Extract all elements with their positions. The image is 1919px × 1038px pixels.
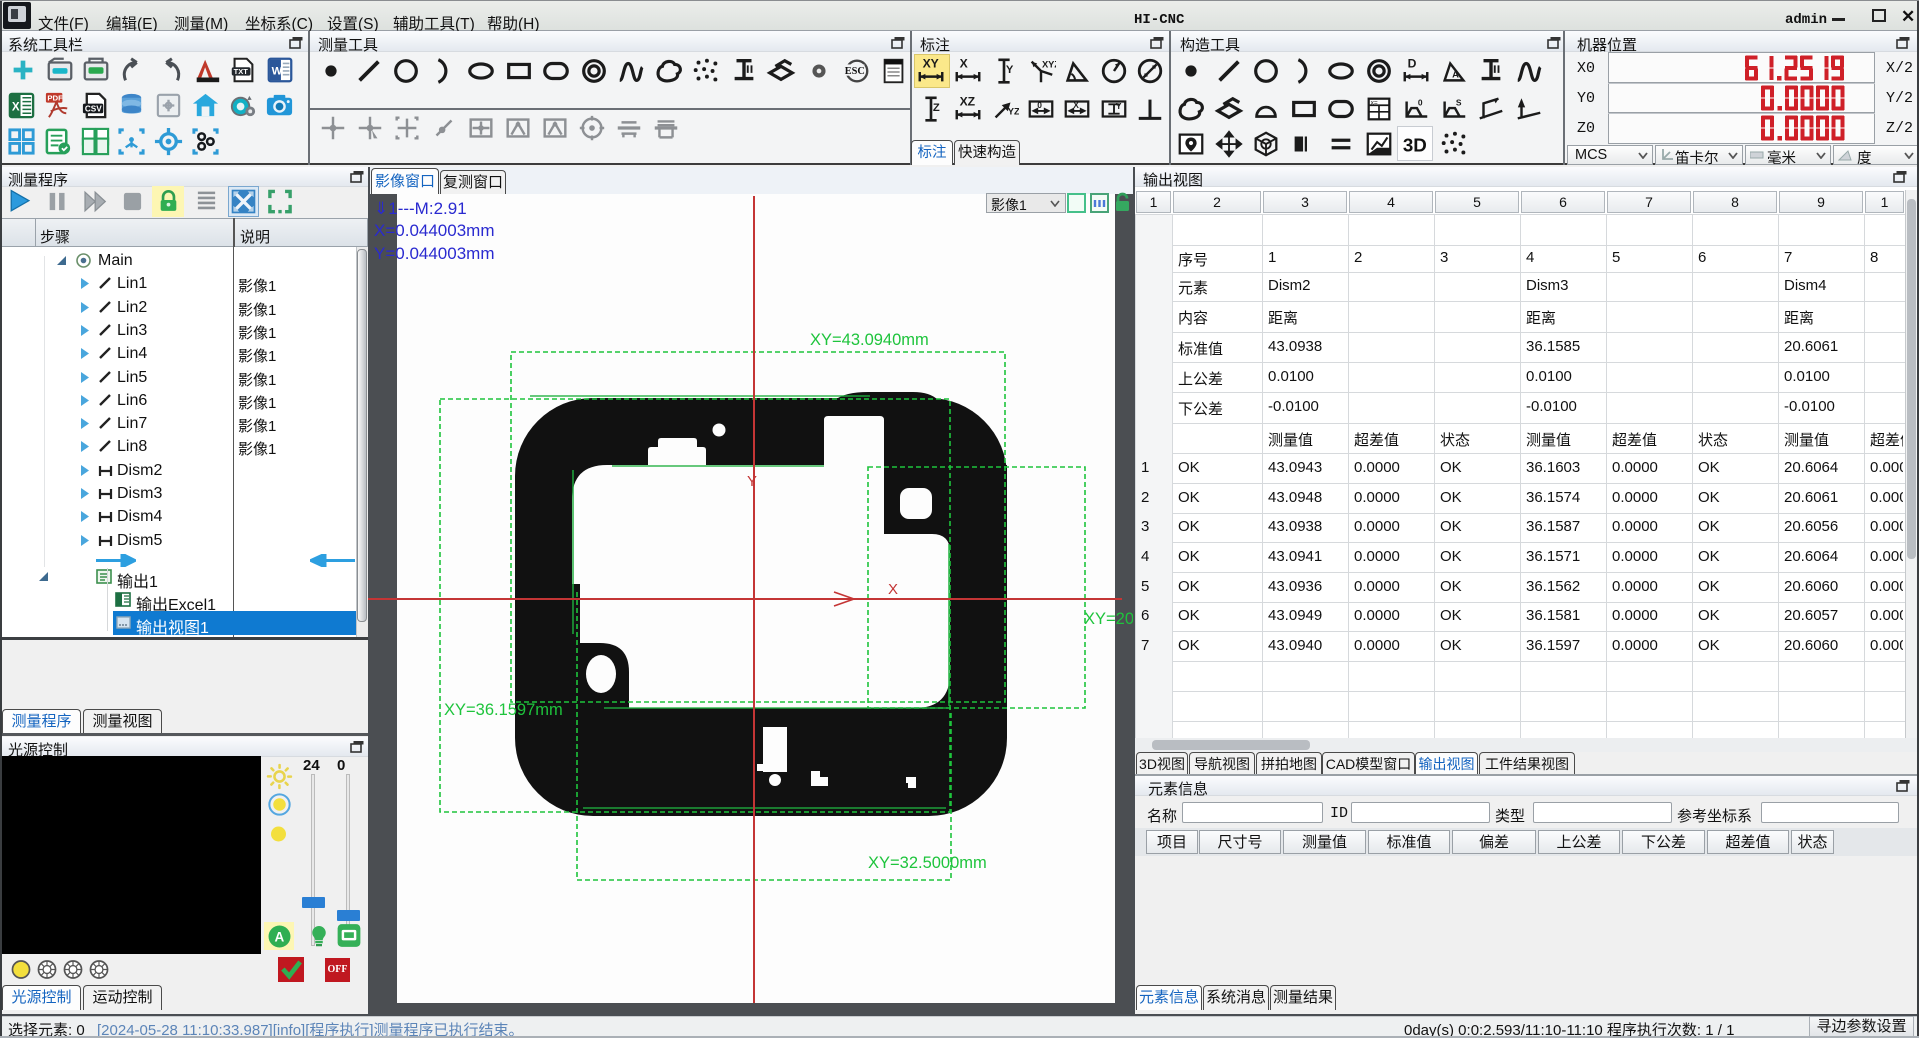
svg-text:ESC: ESC — [845, 66, 865, 77]
svg-text:W: W — [271, 66, 282, 78]
svg-text:X: X — [12, 100, 20, 113]
svg-text:0: 0 — [1037, 100, 1042, 110]
svg-text:PDF: PDF — [47, 94, 63, 103]
svg-text:XY=20: XY=20 — [1084, 610, 1133, 628]
svg-text:TXT: TXT — [234, 67, 249, 76]
svg-text:Y: Y — [1006, 64, 1014, 76]
svg-text:XY: XY — [923, 56, 939, 70]
svg-text:Y: Y — [747, 473, 757, 490]
svg-text:XY=36.1597mm: XY=36.1597mm — [444, 701, 563, 719]
svg-text:X: X — [888, 581, 898, 598]
svg-text:X: X — [1073, 100, 1079, 110]
svg-text:0: 0 — [1418, 97, 1423, 107]
svg-text:x=: x= — [1370, 99, 1377, 106]
svg-text:A: A — [1452, 70, 1459, 80]
svg-text:S: S — [1455, 97, 1461, 107]
svg-text:YZ: YZ — [1008, 107, 1019, 117]
svg-text:XY=43.0940mm: XY=43.0940mm — [810, 331, 929, 349]
svg-text:Z: Z — [933, 102, 940, 114]
svg-text:A: A — [274, 930, 284, 945]
svg-text:XZ: XZ — [959, 94, 975, 108]
svg-text:XY=32.5000mm: XY=32.5000mm — [868, 854, 987, 872]
svg-text:Y: Y — [1115, 101, 1121, 111]
svg-text:D: D — [1408, 56, 1417, 70]
svg-text:3D: 3D — [1403, 135, 1427, 156]
svg-text:X: X — [959, 56, 968, 70]
svg-text:XYZ: XYZ — [1041, 59, 1055, 69]
svg-text:CSV: CSV — [84, 104, 101, 113]
